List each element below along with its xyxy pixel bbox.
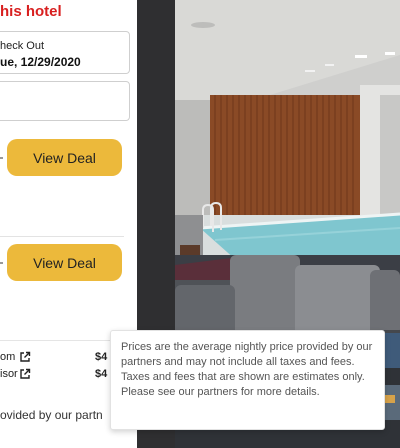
partner-price: $4 [95,368,108,380]
deal-divider [0,236,124,237]
price-info-tooltip: Prices are the average nightly price pro… [110,330,385,430]
checkout-date-field[interactable]: heck Out ue, 12/29/2020 [0,31,130,74]
view-deal-button[interactable]: View Deal [7,244,122,281]
view-deal-button[interactable]: View Deal [7,139,122,176]
hotel-heading: his hotel [0,3,62,20]
price-disclaimer: ovided by our partn [0,408,103,422]
partner-name[interactable]: isor [0,368,18,380]
external-link-icon[interactable] [19,351,31,363]
checkout-label: heck Out [0,40,45,52]
checkout-date-value: ue, 12/29/2020 [0,55,81,69]
row-edge-mark [0,262,3,264]
partner-price: $4 [95,351,108,363]
partner-name[interactable]: om [0,351,15,363]
external-link-icon[interactable] [19,368,31,380]
row-edge-mark [0,157,3,159]
guests-field[interactable] [0,81,130,121]
